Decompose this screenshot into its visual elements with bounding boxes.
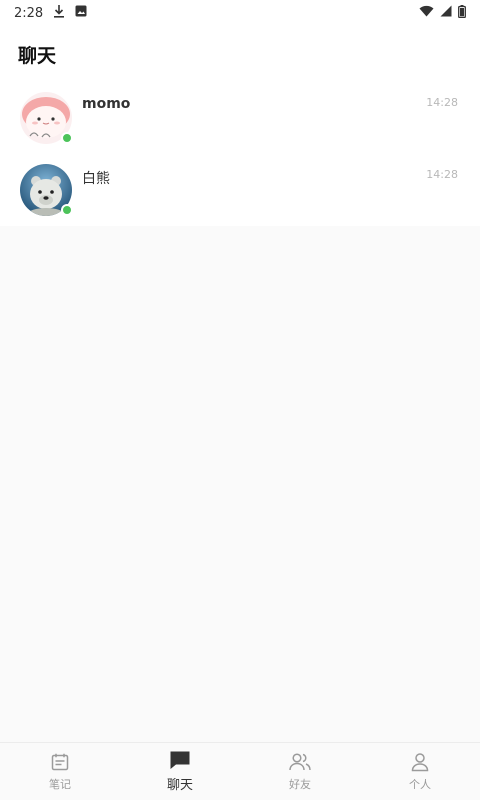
bottom-nav: 笔记 聊天 好友 个人 <box>0 742 480 800</box>
nav-item-friends[interactable]: 好友 <box>240 743 360 800</box>
nav-item-notes[interactable]: 笔记 <box>0 743 120 800</box>
nav-label: 笔记 <box>49 777 71 791</box>
chat-icon <box>169 750 191 770</box>
download-icon <box>53 4 65 22</box>
gallery-icon <box>75 5 87 21</box>
signal-icon <box>440 5 452 21</box>
app-screen: 2:28 聊天 momo 14:28 白熊 14:28 笔记 聊天 好友 个人 <box>0 0 480 800</box>
nav-item-chat[interactable]: 聊天 <box>120 743 240 800</box>
friends-icon <box>288 752 312 772</box>
profile-icon <box>410 752 430 772</box>
page-header: 聊天 <box>0 26 480 82</box>
chat-item-momo[interactable]: momo 14:28 <box>0 82 480 154</box>
wifi-icon <box>419 5 434 21</box>
chat-time: 14:28 <box>426 168 458 181</box>
nav-label: 个人 <box>409 777 431 791</box>
chat-item-baixiong[interactable]: 白熊 14:28 <box>0 154 480 226</box>
notes-icon <box>50 752 70 772</box>
avatar <box>20 92 73 144</box>
chat-name: 白熊 <box>82 171 110 187</box>
chat-list: momo 14:28 白熊 14:28 <box>0 82 480 226</box>
chat-time: 14:28 <box>426 96 458 109</box>
avatar <box>20 164 73 216</box>
chat-name: momo <box>82 96 131 112</box>
nav-item-profile[interactable]: 个人 <box>360 743 480 800</box>
status-bar: 2:28 <box>0 0 480 26</box>
nav-label: 好友 <box>289 777 311 791</box>
page-title: 聊天 <box>18 44 57 67</box>
online-status-dot <box>61 204 73 216</box>
battery-icon <box>458 4 466 22</box>
nav-label: 聊天 <box>166 778 193 793</box>
online-status-dot <box>61 132 73 144</box>
status-time: 2:28 <box>14 5 44 21</box>
